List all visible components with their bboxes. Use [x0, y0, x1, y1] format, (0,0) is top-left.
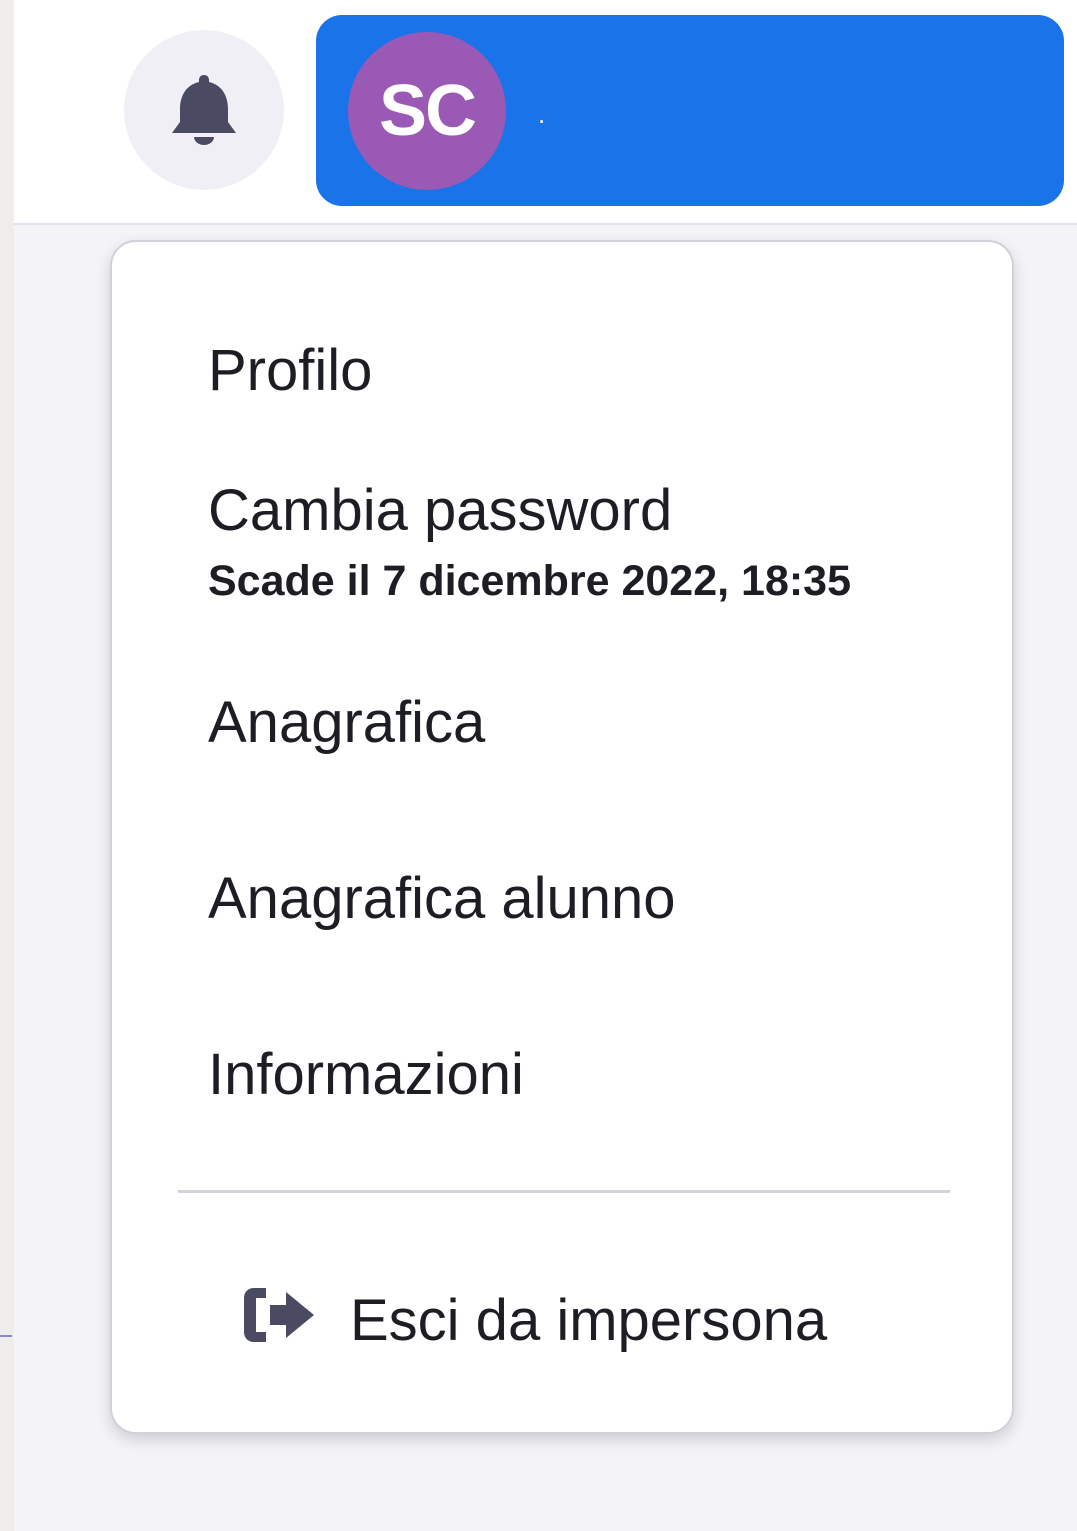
user-menu-button[interactable]: SC .: [316, 15, 1064, 206]
bell-icon: [167, 69, 241, 151]
menu-item-label: Profilo: [208, 338, 373, 403]
user-dropdown-menu: Profilo Cambia password Scade il 7 dicem…: [110, 240, 1014, 1434]
notifications-button[interactable]: [124, 30, 284, 190]
menu-item-anagrafica-alunno[interactable]: Anagrafica alunno: [112, 858, 1012, 948]
menu-item-cambia-password[interactable]: Cambia password Scade il 7 dicembre 2022…: [112, 470, 1012, 630]
menu-item-label: Anagrafica: [208, 690, 486, 755]
sign-out-icon: [240, 1284, 318, 1346]
avatar: SC: [348, 32, 506, 190]
menu-item-anagrafica[interactable]: Anagrafica: [112, 682, 1012, 772]
menu-divider: [178, 1190, 950, 1193]
password-expiry-text: Scade il 7 dicembre 2022, 18:35: [208, 557, 852, 605]
menu-item-label: Cambia password: [208, 478, 673, 543]
top-bar: SC .: [14, 0, 1077, 225]
menu-item-profilo[interactable]: Profilo: [112, 330, 1012, 420]
menu-item-label: Anagrafica alunno: [208, 866, 676, 931]
background-edge-mark: [0, 1335, 12, 1337]
menu-item-esci-da-impersona[interactable]: Esci da impersona: [112, 1272, 1012, 1362]
user-name: .: [538, 99, 546, 129]
menu-item-label: Informazioni: [208, 1042, 524, 1107]
menu-item-informazioni[interactable]: Informazioni: [112, 1034, 1012, 1124]
menu-item-label: Esci da impersona: [350, 1288, 828, 1353]
